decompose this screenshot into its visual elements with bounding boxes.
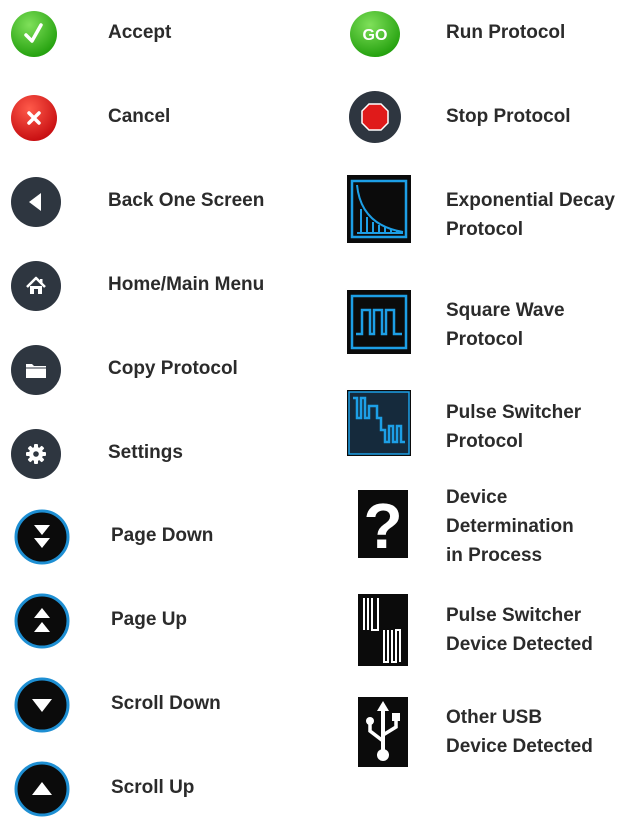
go-text: GO xyxy=(363,27,388,44)
checkmark-icon xyxy=(11,11,57,57)
pulse-switcher-protocol-icon-box[interactable] xyxy=(347,390,411,456)
device-determination-label-line-3: in Process xyxy=(446,545,543,566)
x-icon xyxy=(11,95,57,141)
exponential-decay-label: Exponential Decay Protocol xyxy=(446,186,615,244)
usb-device-icon-box xyxy=(358,697,408,767)
home-icon xyxy=(11,261,61,311)
square-wave-icon xyxy=(347,290,411,354)
scroll-down-button[interactable] xyxy=(14,677,70,733)
pulse-switcher-device-label: Pulse Switcher Device Detected xyxy=(446,601,593,659)
back-label: Back One Screen xyxy=(108,190,265,211)
pulse-switcher-device-label-line-1: Pulse Switcher xyxy=(446,605,582,626)
pulse-switcher-label: Pulse Switcher Protocol xyxy=(446,398,581,456)
exponential-decay-label-line-2: Protocol xyxy=(446,219,524,240)
pulse-switcher-icon xyxy=(347,390,411,456)
settings-button[interactable] xyxy=(10,428,62,480)
question-mark-icon: ? xyxy=(358,490,408,558)
scroll-up-label: Scroll Up xyxy=(111,777,195,798)
scroll-down-label: Scroll Down xyxy=(111,693,221,714)
pulse-switcher-device-icon-box xyxy=(358,594,408,666)
back-arrow-icon xyxy=(11,177,61,227)
stop-protocol-button[interactable] xyxy=(348,90,402,144)
back-button[interactable] xyxy=(10,176,62,228)
settings-label: Settings xyxy=(108,442,183,463)
accept-button[interactable] xyxy=(10,10,58,58)
question-mark-text: ? xyxy=(363,490,402,558)
page-up-label: Page Up xyxy=(111,609,188,630)
home-label: Home/Main Menu xyxy=(108,274,265,295)
accept-label: Accept xyxy=(108,22,172,43)
stop-protocol-label: Stop Protocol xyxy=(446,102,571,131)
cancel-label: Cancel xyxy=(108,106,171,127)
pulse-switcher-label-line-1: Pulse Switcher xyxy=(446,402,582,423)
pulse-switcher-device-label-line-2: Device Detected xyxy=(446,634,593,655)
stop-protocol-label-line: Stop Protocol xyxy=(446,106,571,127)
page-down-icon xyxy=(14,509,70,565)
go-icon: GO xyxy=(350,11,400,57)
page-up-icon xyxy=(14,593,70,649)
exponential-decay-label-line-1: Exponential Decay xyxy=(446,190,615,211)
square-wave-label-line-1: Square Wave xyxy=(446,300,565,321)
device-determination-label: Device Determination in Process xyxy=(446,483,574,570)
home-button[interactable] xyxy=(10,260,62,312)
device-determination-label-line-2: Determination xyxy=(446,516,574,537)
page-up-button[interactable] xyxy=(14,593,70,649)
exponential-decay-protocol-icon-box[interactable] xyxy=(347,175,411,243)
folder-icon xyxy=(11,345,61,395)
usb-device-label-line-1: Other USB xyxy=(446,707,543,728)
cancel-button[interactable] xyxy=(10,94,58,142)
copy-protocol-button[interactable] xyxy=(10,344,62,396)
run-protocol-label: Run Protocol xyxy=(446,18,565,47)
exponential-decay-icon xyxy=(347,175,411,243)
square-wave-label: Square Wave Protocol xyxy=(446,296,565,354)
page-down-button[interactable] xyxy=(14,509,70,565)
stop-sign-icon xyxy=(349,91,401,143)
run-protocol-label-line: Run Protocol xyxy=(446,22,566,43)
gear-icon xyxy=(11,429,61,479)
scroll-down-icon xyxy=(14,677,70,733)
scroll-up-icon xyxy=(14,761,70,817)
scroll-up-button[interactable] xyxy=(14,761,70,817)
pulse-switcher-device-icon xyxy=(358,594,408,666)
page-down-label: Page Down xyxy=(111,525,214,546)
pulse-switcher-label-line-2: Protocol xyxy=(446,431,524,452)
square-wave-label-line-2: Protocol xyxy=(446,329,524,350)
usb-device-label: Other USB Device Detected xyxy=(446,703,593,761)
device-determination-icon-box: ? xyxy=(358,490,408,558)
copy-protocol-label: Copy Protocol xyxy=(108,358,238,379)
usb-device-label-line-2: Device Detected xyxy=(446,736,593,757)
device-determination-label-line-1: Device xyxy=(446,487,508,508)
square-wave-protocol-icon-box[interactable] xyxy=(347,290,411,354)
run-protocol-button[interactable]: GO xyxy=(349,10,401,58)
usb-icon xyxy=(358,697,408,767)
